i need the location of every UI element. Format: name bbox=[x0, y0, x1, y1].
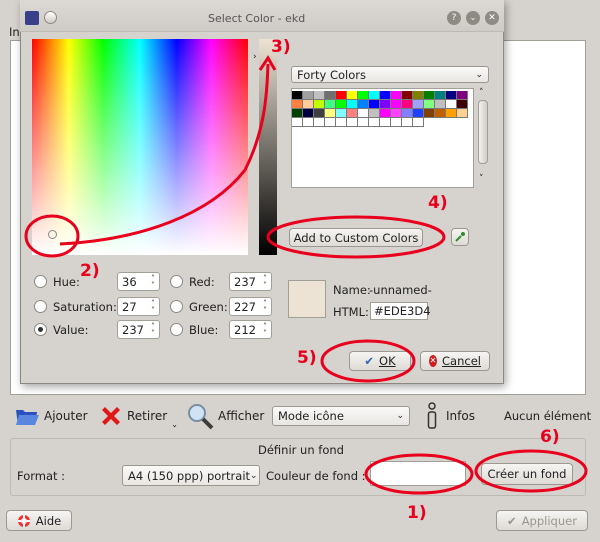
annotation-4: 4) bbox=[428, 193, 448, 213]
annotation-5: 5) bbox=[297, 348, 317, 368]
annotation-arrow bbox=[59, 63, 270, 246]
annotation-circle-spectrum bbox=[24, 214, 80, 258]
annotation-3: 3) bbox=[271, 37, 291, 57]
annotation-circle-create bbox=[474, 449, 588, 493]
annotation-circle-custom bbox=[266, 215, 446, 259]
annotation-1: 1) bbox=[407, 503, 427, 523]
annotation-2: 2) bbox=[80, 261, 100, 281]
annotation-circle-bgcolor bbox=[364, 453, 474, 495]
annotation-circle-ok bbox=[320, 339, 416, 383]
annotation-6: 6) bbox=[540, 427, 560, 447]
